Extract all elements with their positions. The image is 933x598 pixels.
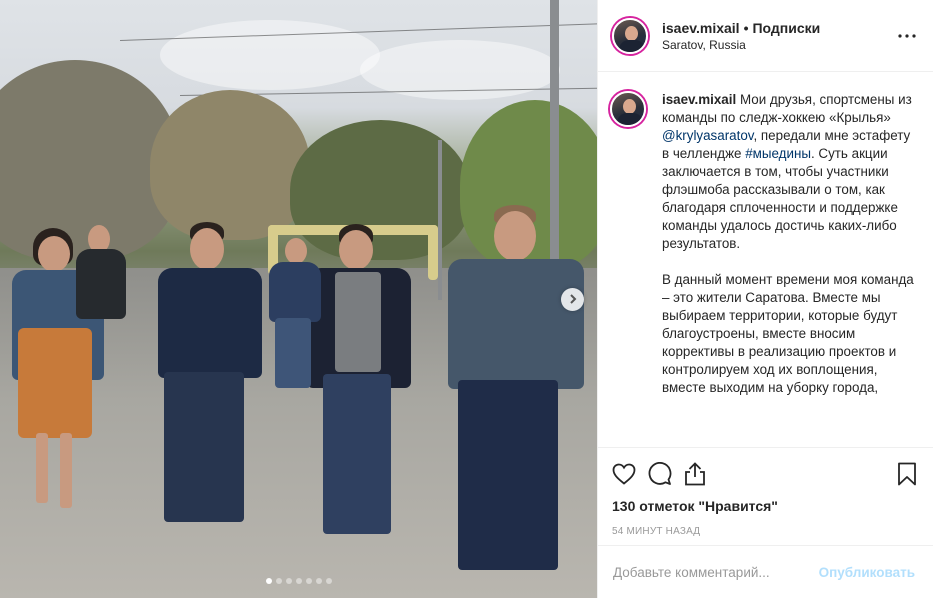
- gas-pipe: [428, 225, 438, 280]
- chevron-right-icon: [568, 291, 578, 309]
- carousel-dots: [0, 578, 597, 584]
- likes-count[interactable]: 130 отметок "Нравится": [612, 498, 917, 514]
- comment-form: Опубликовать: [598, 545, 933, 598]
- bookmark-icon[interactable]: [881, 458, 917, 490]
- post-actions: 130 отметок "Нравится" 54 МИНУТ НАЗАД: [598, 447, 933, 545]
- share-icon[interactable]: [684, 458, 720, 490]
- tree: [150, 90, 310, 240]
- username-link[interactable]: isaev.mixail: [662, 20, 740, 36]
- carousel-dot: [285, 578, 292, 584]
- person-background: [72, 225, 132, 365]
- person-polo: [438, 205, 588, 585]
- avatar[interactable]: [610, 91, 646, 127]
- caption-area: isaev.mixail Мои друзья, спортсмены из к…: [598, 73, 933, 447]
- hashtag-link[interactable]: #мыедины: [745, 146, 811, 161]
- comment-input[interactable]: [613, 564, 819, 580]
- comment-icon[interactable]: [648, 458, 684, 490]
- publish-button[interactable]: Опубликовать: [819, 565, 915, 580]
- carousel-dot: [265, 578, 272, 584]
- more-options-icon[interactable]: [895, 24, 919, 48]
- carousel-dot: [325, 578, 332, 584]
- carousel-dot: [315, 578, 322, 584]
- carousel-dot: [275, 578, 282, 584]
- caption-part: . Суть акции заключается в том, чтобы уч…: [662, 146, 898, 251]
- post-timestamp[interactable]: 54 МИНУТ НАЗАД: [612, 526, 917, 537]
- caption-username[interactable]: isaev.mixail: [662, 92, 736, 107]
- location-link[interactable]: Saratov, Russia: [662, 37, 895, 53]
- caption-text: isaev.mixail Мои друзья, спортсмены из к…: [662, 91, 917, 447]
- carousel-dot: [305, 578, 312, 584]
- caption-paragraph: В данный момент времени моя команда – эт…: [662, 272, 914, 395]
- mention-link[interactable]: @krylyasaratov: [662, 128, 753, 143]
- heart-icon[interactable]: [612, 458, 648, 490]
- person-background: [265, 238, 325, 388]
- cloud: [160, 20, 380, 90]
- next-slide-button[interactable]: [561, 288, 584, 311]
- carousel-dot: [295, 578, 302, 584]
- follow-button[interactable]: Подписки: [752, 20, 820, 36]
- person-blue-shirt: [150, 222, 270, 542]
- separator-dot: •: [743, 19, 749, 36]
- post-header: isaev.mixail • Подписки Saratov, Russia: [598, 0, 933, 72]
- avatar[interactable]: [612, 17, 648, 54]
- post-photo[interactable]: [0, 0, 597, 598]
- post-side-panel: isaev.mixail • Подписки Saratov, Russia is…: [597, 0, 933, 598]
